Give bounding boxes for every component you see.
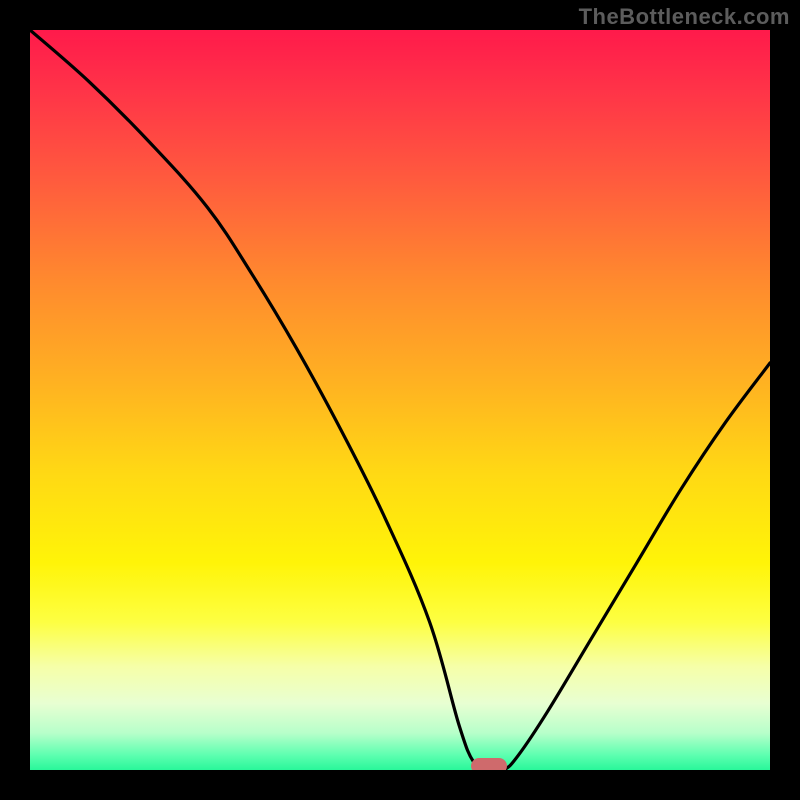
plot-area xyxy=(30,30,770,770)
watermark-text: TheBottleneck.com xyxy=(579,4,790,30)
chart-frame: TheBottleneck.com xyxy=(0,0,800,800)
bottleneck-curve xyxy=(30,30,770,770)
curve-layer xyxy=(30,30,770,770)
optimal-point-marker xyxy=(471,758,507,770)
